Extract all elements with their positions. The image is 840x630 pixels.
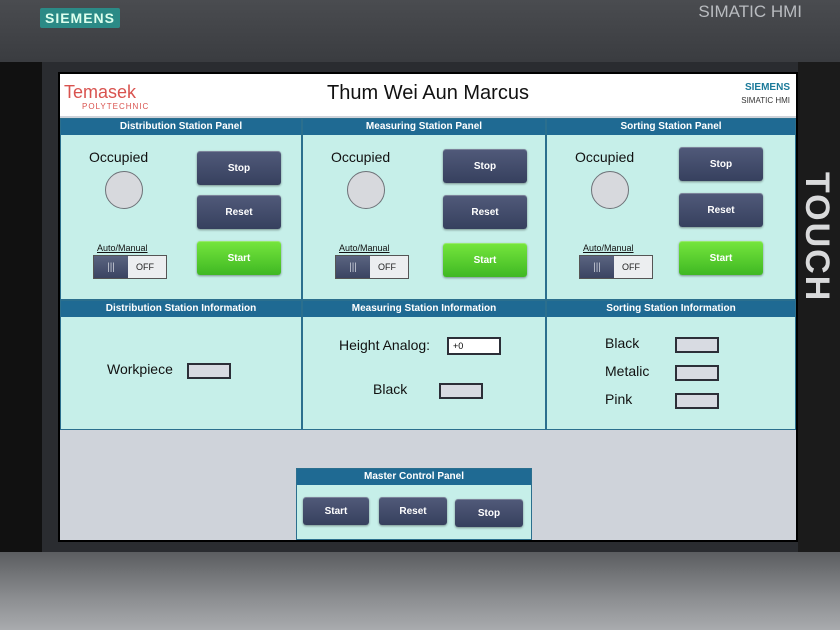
start-button[interactable]: Start (679, 241, 763, 275)
toggle-state: OFF (136, 262, 154, 272)
distribution-station-panel: Distribution Station Panel Occupied Stop… (60, 118, 302, 300)
occupied-indicator-lamp (591, 171, 629, 209)
toggle-grip-icon: ||| (580, 256, 614, 278)
toggle-state: OFF (622, 262, 640, 272)
auto-manual-toggle[interactable]: ||| OFF (579, 255, 653, 279)
device-hmi-label: SIMATIC HMI (698, 2, 802, 21)
auto-manual-toggle[interactable]: ||| OFF (93, 255, 167, 279)
black-indicator (675, 337, 719, 353)
measuring-station-panel: Measuring Station Panel Occupied Stop Re… (302, 118, 546, 300)
master-start-button[interactable]: Start (303, 497, 369, 525)
stop-button[interactable]: Stop (197, 151, 281, 185)
stop-button[interactable]: Stop (443, 149, 527, 183)
auto-manual-label: Auto/Manual (97, 243, 148, 253)
corner-sub: SIMATIC HMI (741, 96, 790, 105)
stop-button[interactable]: Stop (679, 147, 763, 181)
panel-header: Measuring Station Information (303, 301, 545, 317)
distribution-info-panel: Distribution Station Information Workpie… (60, 300, 302, 430)
device-brand-badge: SIEMENS (40, 8, 120, 28)
panel-header: Distribution Station Panel (61, 119, 301, 135)
device-touch-label: TOUCH (798, 172, 836, 303)
toggle-grip-icon: ||| (94, 256, 128, 278)
device-bezel-bottom (0, 552, 840, 630)
pink-indicator (675, 393, 719, 409)
panel-header: Sorting Station Panel (547, 119, 795, 135)
start-button[interactable]: Start (443, 243, 527, 277)
sorting-info-panel: Sorting Station Information Black Metali… (546, 300, 796, 430)
device-bezel-right: TOUCH (798, 62, 840, 552)
start-button[interactable]: Start (197, 241, 281, 275)
master-stop-button[interactable]: Stop (455, 499, 523, 527)
page-title: Thum Wei Aun Marcus (327, 82, 529, 104)
reset-button[interactable]: Reset (197, 195, 281, 229)
toggle-state: OFF (378, 262, 396, 272)
title-bar: Temasek POLYTECHNIC Thum Wei Aun Marcus … (60, 74, 796, 116)
metalic-label: Metalic (605, 363, 650, 379)
sorting-station-panel: Sorting Station Panel Occupied Stop Rese… (546, 118, 796, 300)
device-bezel-top: SIEMENS SIMATIC HMI (0, 0, 840, 62)
auto-manual-toggle[interactable]: ||| OFF (335, 255, 409, 279)
master-control-panel: Master Control Panel Start Reset Stop (296, 468, 532, 540)
black-indicator (439, 383, 483, 399)
panel-header: Measuring Station Panel (303, 119, 545, 135)
workpiece-indicator (187, 363, 231, 379)
black-label: Black (605, 335, 640, 351)
height-analog-label: Height Analog: (339, 337, 431, 353)
occupied-label: Occupied (575, 149, 635, 165)
reset-button[interactable]: Reset (679, 193, 763, 227)
occupied-indicator-lamp (105, 171, 143, 209)
height-analog-value: +0 (447, 337, 501, 355)
corner-brand: SIEMENS (744, 82, 790, 93)
master-reset-button[interactable]: Reset (379, 497, 447, 525)
panel-header: Master Control Panel (297, 469, 531, 485)
hmi-screen: Temasek POLYTECHNIC Thum Wei Aun Marcus … (58, 72, 798, 542)
metalic-indicator (675, 365, 719, 381)
device-bezel-left (0, 62, 42, 552)
black-label: Black (373, 381, 408, 397)
occupied-indicator-lamp (347, 171, 385, 209)
auto-manual-label: Auto/Manual (583, 243, 634, 253)
occupied-label: Occupied (89, 149, 149, 165)
reset-button[interactable]: Reset (443, 195, 527, 229)
panel-header: Sorting Station Information (547, 301, 795, 317)
auto-manual-label: Auto/Manual (339, 243, 390, 253)
workpiece-label: Workpiece (107, 361, 173, 377)
measuring-info-panel: Measuring Station Information Height Ana… (302, 300, 546, 430)
toggle-grip-icon: ||| (336, 256, 370, 278)
panel-header: Distribution Station Information (61, 301, 301, 317)
pink-label: Pink (605, 391, 633, 407)
occupied-label: Occupied (331, 149, 391, 165)
